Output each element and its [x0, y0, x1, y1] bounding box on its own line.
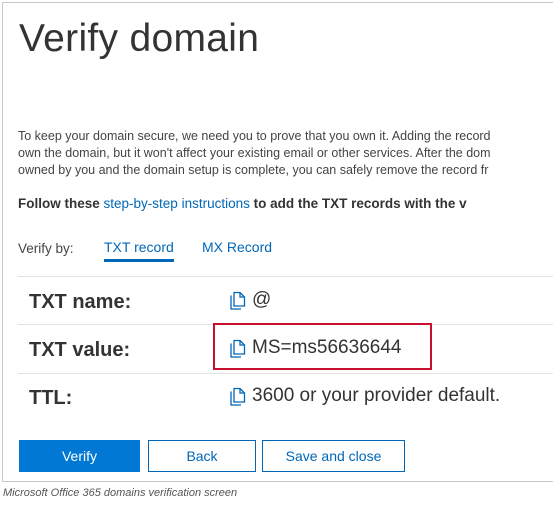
intro-line: own the domain, but it won't affect your…: [18, 146, 491, 160]
ttl-text: 3600 or your provider default.: [252, 385, 501, 406]
step-by-step-link[interactable]: step-by-step instructions: [104, 196, 250, 211]
verify-button[interactable]: Verify: [19, 440, 140, 472]
txt-name-label: TXT name:: [29, 291, 132, 313]
ttl-value: 3600 or your provider default.: [229, 385, 500, 407]
page-title: Verify domain: [19, 17, 260, 60]
row-divider: [18, 276, 553, 277]
ttl-label: TTL:: [29, 387, 73, 409]
verify-domain-panel: Verify domain To keep your domain secure…: [2, 2, 553, 482]
save-and-close-button[interactable]: Save and close: [262, 440, 405, 472]
copy-icon[interactable]: [229, 291, 246, 310]
txt-name-text: @: [252, 289, 272, 310]
follow-prefix: Follow these: [18, 196, 100, 211]
tab-txt-record[interactable]: TXT record: [104, 239, 174, 262]
back-button[interactable]: Back: [148, 440, 256, 472]
intro-line: owned by you and the domain setup is com…: [18, 163, 489, 177]
row-divider: [18, 373, 553, 374]
follow-instructions: Follow these step-by-step instructions t…: [18, 196, 467, 211]
txt-value-label: TXT value:: [29, 339, 131, 361]
copy-icon[interactable]: [229, 387, 246, 406]
highlight-box: [213, 323, 432, 370]
image-caption: Microsoft Office 365 domains verificatio…: [3, 487, 238, 499]
tab-mx-record[interactable]: MX Record: [202, 239, 272, 259]
follow-suffix: to add the TXT records with the v: [253, 196, 467, 211]
intro-line: To keep your domain secure, we need you …: [18, 129, 491, 143]
txt-name-value: @: [229, 289, 271, 311]
verify-by-label: Verify by:: [18, 241, 74, 256]
intro-text: To keep your domain secure, we need you …: [18, 128, 553, 179]
